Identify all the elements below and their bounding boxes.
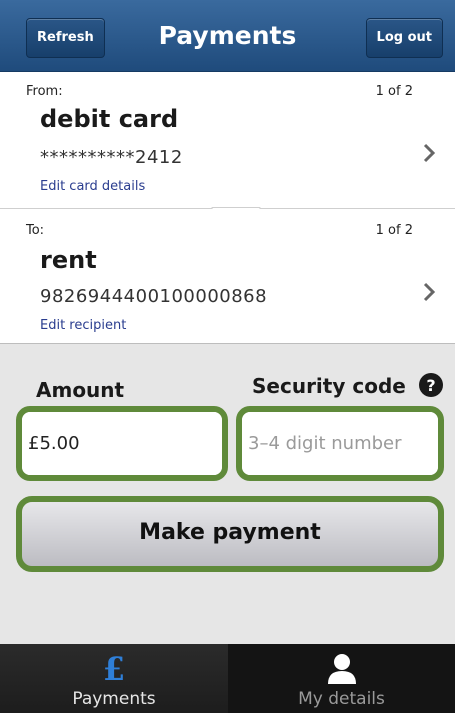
- from-account-selector[interactable]: From: 1 of 2 debit card **********2412 E…: [0, 72, 455, 209]
- to-label: To:: [26, 223, 45, 238]
- from-card-number: **********2412: [40, 147, 183, 168]
- from-label: From:: [26, 84, 63, 99]
- tab-my-details-label: My details: [298, 689, 385, 709]
- make-payment-button[interactable]: Make payment: [16, 496, 444, 572]
- person-icon: [327, 654, 356, 684]
- refresh-button[interactable]: Refresh: [26, 18, 105, 58]
- security-code-field-wrapper: [236, 406, 444, 481]
- tab-payments-label: Payments: [72, 689, 156, 709]
- edit-card-details-link[interactable]: Edit card details: [40, 179, 145, 194]
- to-count: 1 of 2: [375, 223, 413, 238]
- logout-button[interactable]: Log out: [365, 18, 443, 58]
- chevron-right-icon[interactable]: [419, 141, 439, 165]
- to-recipient-selector[interactable]: To: 1 of 2 rent 9826944400100000868 Edit…: [0, 209, 455, 344]
- tab-payments[interactable]: £ Payments: [0, 644, 228, 713]
- help-icon[interactable]: ?: [418, 372, 444, 398]
- top-bar: Payments Refresh Log out: [0, 0, 455, 72]
- chevron-right-icon[interactable]: [419, 280, 439, 304]
- amount-field-wrapper: [16, 406, 228, 481]
- to-recipient-name: rent: [40, 246, 97, 274]
- bottom-tab-bar: £ Payments My details: [0, 644, 455, 713]
- to-account-number: 9826944400100000868: [40, 286, 268, 307]
- security-code-input[interactable]: [242, 412, 438, 475]
- amount-input[interactable]: [22, 412, 222, 475]
- from-account-name: debit card: [40, 105, 179, 133]
- from-count: 1 of 2: [375, 84, 413, 99]
- pound-icon: £: [103, 652, 125, 686]
- svg-text:?: ?: [426, 376, 435, 395]
- svg-text:£: £: [103, 652, 125, 686]
- amount-label: Amount: [36, 378, 125, 402]
- payment-form: Amount Security code ? Make payment: [0, 344, 455, 644]
- edit-recipient-link[interactable]: Edit recipient: [40, 318, 126, 333]
- security-code-label: Security code: [252, 374, 406, 398]
- tab-my-details[interactable]: My details: [228, 644, 455, 713]
